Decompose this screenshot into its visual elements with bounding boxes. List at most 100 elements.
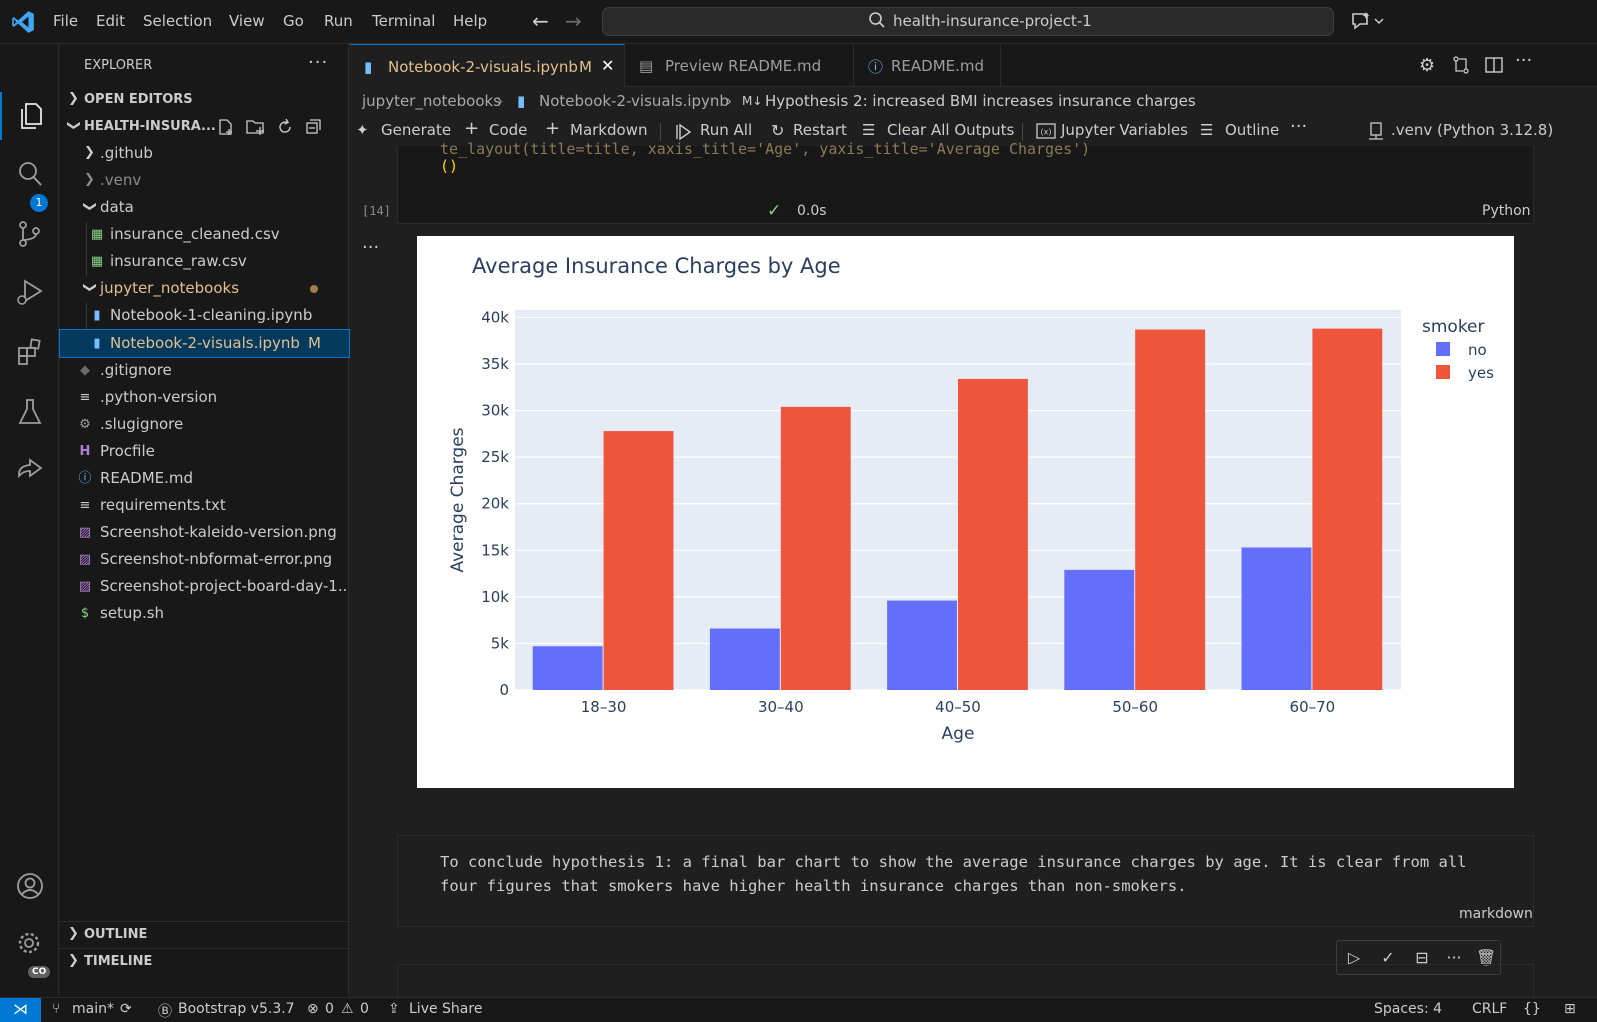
menu-file[interactable]: File: [53, 12, 78, 30]
more-actions-icon[interactable]: ···: [1515, 50, 1535, 71]
jupyter-variables-button[interactable]: Jupyter Variables: [1061, 121, 1188, 139]
tree-file-screenshot-board[interactable]: ▨ Screenshot-project-board-day-1...: [60, 573, 349, 600]
tree-file-notebook-1[interactable]: ▮ Notebook-1-cleaning.ipynb: [60, 302, 349, 329]
line-ending[interactable]: CRLF: [1472, 1001, 1507, 1017]
restart-button[interactable]: Restart: [793, 121, 847, 139]
explorer-files-icon[interactable]: [14, 100, 46, 132]
bar-no-2[interactable]: [887, 600, 957, 690]
menu-selection[interactable]: Selection: [143, 12, 212, 30]
run-all-button[interactable]: Run All: [700, 121, 752, 139]
notebook-settings-gear-icon[interactable]: ⚙: [1419, 55, 1439, 76]
tree-file-requirements[interactable]: ≡ requirements.txt: [60, 492, 349, 519]
menu-go[interactable]: Go: [283, 12, 304, 30]
tree-file-readme[interactable]: ⓘ README.md: [60, 465, 349, 492]
copilot-chat-icon[interactable]: [1350, 10, 1386, 32]
bar-yes-0[interactable]: [603, 431, 674, 690]
bar-yes-1[interactable]: [780, 406, 851, 690]
breadcrumb-section[interactable]: Hypothesis 2: increased BMI increases in…: [765, 92, 1196, 110]
legend-swatch-yes[interactable]: [1436, 365, 1450, 379]
git-branch[interactable]: main*: [72, 1001, 114, 1017]
open-editors-section[interactable]: ❯ OPEN EDITORS: [60, 87, 349, 113]
tab-readme[interactable]: ⓘ README.md: [854, 44, 1001, 87]
tab-preview-readme[interactable]: ▤ Preview README.md: [625, 44, 854, 87]
tree-file-slugignore[interactable]: ⚙ .slugignore: [60, 411, 349, 438]
tree-file-screenshot-nbformat[interactable]: ▨ Screenshot-nbformat-error.png: [60, 546, 349, 573]
legend-label-no[interactable]: no: [1468, 341, 1487, 359]
menu-edit[interactable]: Edit: [96, 12, 125, 30]
run-debug-icon[interactable]: [14, 276, 46, 308]
clear-all-outputs-button[interactable]: Clear All Outputs: [887, 121, 1014, 139]
forward-arrow-icon[interactable]: →: [565, 9, 582, 33]
legend-swatch-no[interactable]: [1436, 342, 1450, 356]
cell-language[interactable]: Python: [1482, 203, 1531, 219]
notifications-icon[interactable]: ⊞: [1564, 1001, 1576, 1017]
bar-yes-3[interactable]: [1135, 329, 1206, 690]
menu-terminal[interactable]: Terminal: [372, 12, 435, 30]
bar-no-1[interactable]: [709, 628, 780, 690]
more-actions-icon[interactable]: ···: [1290, 116, 1307, 137]
sync-icon[interactable]: ⟳: [120, 1001, 132, 1017]
tree-file-insurance-cleaned[interactable]: ▦ insurance_cleaned.csv: [60, 221, 349, 248]
source-control-icon[interactable]: [14, 218, 46, 250]
tree-file-notebook-2[interactable]: ▮ Notebook-2-visuals.ipynb M: [59, 329, 350, 358]
testing-flask-icon[interactable]: [14, 396, 46, 428]
accounts-icon[interactable]: [14, 870, 46, 902]
collapse-all-icon[interactable]: [305, 118, 323, 136]
code-line[interactable]: te_layout(title=title, xaxis_title='Age'…: [440, 140, 1090, 158]
timeline-section[interactable]: ❯ TIMELINE: [60, 948, 349, 974]
add-markdown-button[interactable]: Markdown: [570, 121, 647, 139]
close-tab-icon[interactable]: ✕: [601, 56, 614, 75]
outline-section[interactable]: ❯ OUTLINE: [60, 921, 349, 947]
kernel-picker[interactable]: .venv (Python 3.12.8): [1391, 121, 1553, 139]
compare-changes-icon[interactable]: [1451, 55, 1471, 75]
output-more-icon[interactable]: ···: [362, 237, 379, 258]
add-code-button[interactable]: Code: [489, 121, 527, 139]
live-share-button[interactable]: Live Share: [409, 1001, 482, 1017]
tree-file-procfile[interactable]: H Procfile: [60, 438, 349, 465]
bar-no-4[interactable]: [1241, 547, 1312, 691]
error-count[interactable]: 0: [325, 1001, 334, 1017]
manage-gear-icon[interactable]: [14, 928, 46, 960]
generate-button[interactable]: Generate: [381, 121, 451, 139]
menu-run[interactable]: Run: [324, 12, 353, 30]
new-folder-icon[interactable]: [246, 118, 266, 136]
tree-folder-data[interactable]: ❯ data: [60, 194, 349, 221]
tree-folder-github[interactable]: ❯ .github: [60, 140, 349, 167]
more-actions-icon[interactable]: ···: [308, 52, 328, 73]
tree-file-python-version[interactable]: ≡ .python-version: [60, 384, 349, 411]
tree-file-insurance-raw[interactable]: ▦ insurance_raw.csv: [60, 248, 349, 275]
bar-yes-2[interactable]: [958, 378, 1028, 690]
tree-folder-jupyter-notebooks[interactable]: ❯ jupyter_notebooks: [60, 275, 349, 302]
bar-no-0[interactable]: [532, 646, 603, 690]
extensions-icon[interactable]: [14, 336, 46, 368]
refresh-icon[interactable]: [276, 118, 294, 136]
breadcrumb-file[interactable]: Notebook-2-visuals.ipynb: [539, 92, 729, 110]
code-cell[interactable]: te_layout(title=title, xaxis_title='Age'…: [397, 140, 1534, 224]
markdown-cell[interactable]: To conclude hypothesis 1: a final bar ch…: [397, 835, 1534, 927]
remote-indicator[interactable]: ⋊: [0, 998, 41, 1022]
warning-count[interactable]: 0: [360, 1001, 369, 1017]
outline-button[interactable]: Outline: [1225, 121, 1279, 139]
live-share-icon[interactable]: [14, 454, 46, 486]
back-arrow-icon[interactable]: ←: [532, 9, 549, 33]
indentation[interactable]: Spaces: 4: [1374, 1001, 1442, 1017]
legend-label-yes[interactable]: yes: [1468, 364, 1494, 382]
menu-view[interactable]: View: [229, 12, 265, 30]
tree-file-setup-sh[interactable]: $ setup.sh: [60, 600, 349, 627]
bar-yes-4[interactable]: [1312, 328, 1383, 690]
tree-file-screenshot-kaleido[interactable]: ▨ Screenshot-kaleido-version.png: [60, 519, 349, 546]
tab-notebook-2[interactable]: ▮ Notebook-2-visuals.ipynb M ✕: [350, 44, 625, 87]
next-cell[interactable]: [397, 964, 1534, 997]
bar-no-3[interactable]: [1064, 569, 1135, 690]
breadcrumb-folder[interactable]: jupyter_notebooks: [362, 92, 501, 110]
bootstrap-version[interactable]: Bootstrap v5.3.7: [178, 1001, 295, 1017]
cell-language[interactable]: markdown: [1459, 906, 1533, 922]
menu-help[interactable]: Help: [453, 12, 487, 30]
code-line[interactable]: (): [440, 157, 458, 175]
tree-file-gitignore[interactable]: ◆ .gitignore: [60, 357, 349, 384]
search-view-icon[interactable]: [14, 158, 46, 190]
split-editor-icon[interactable]: [1484, 55, 1504, 75]
tree-folder-venv[interactable]: ❯ .venv: [60, 167, 349, 194]
new-file-icon[interactable]: [217, 118, 235, 136]
language-braces[interactable]: {}: [1523, 1001, 1541, 1017]
